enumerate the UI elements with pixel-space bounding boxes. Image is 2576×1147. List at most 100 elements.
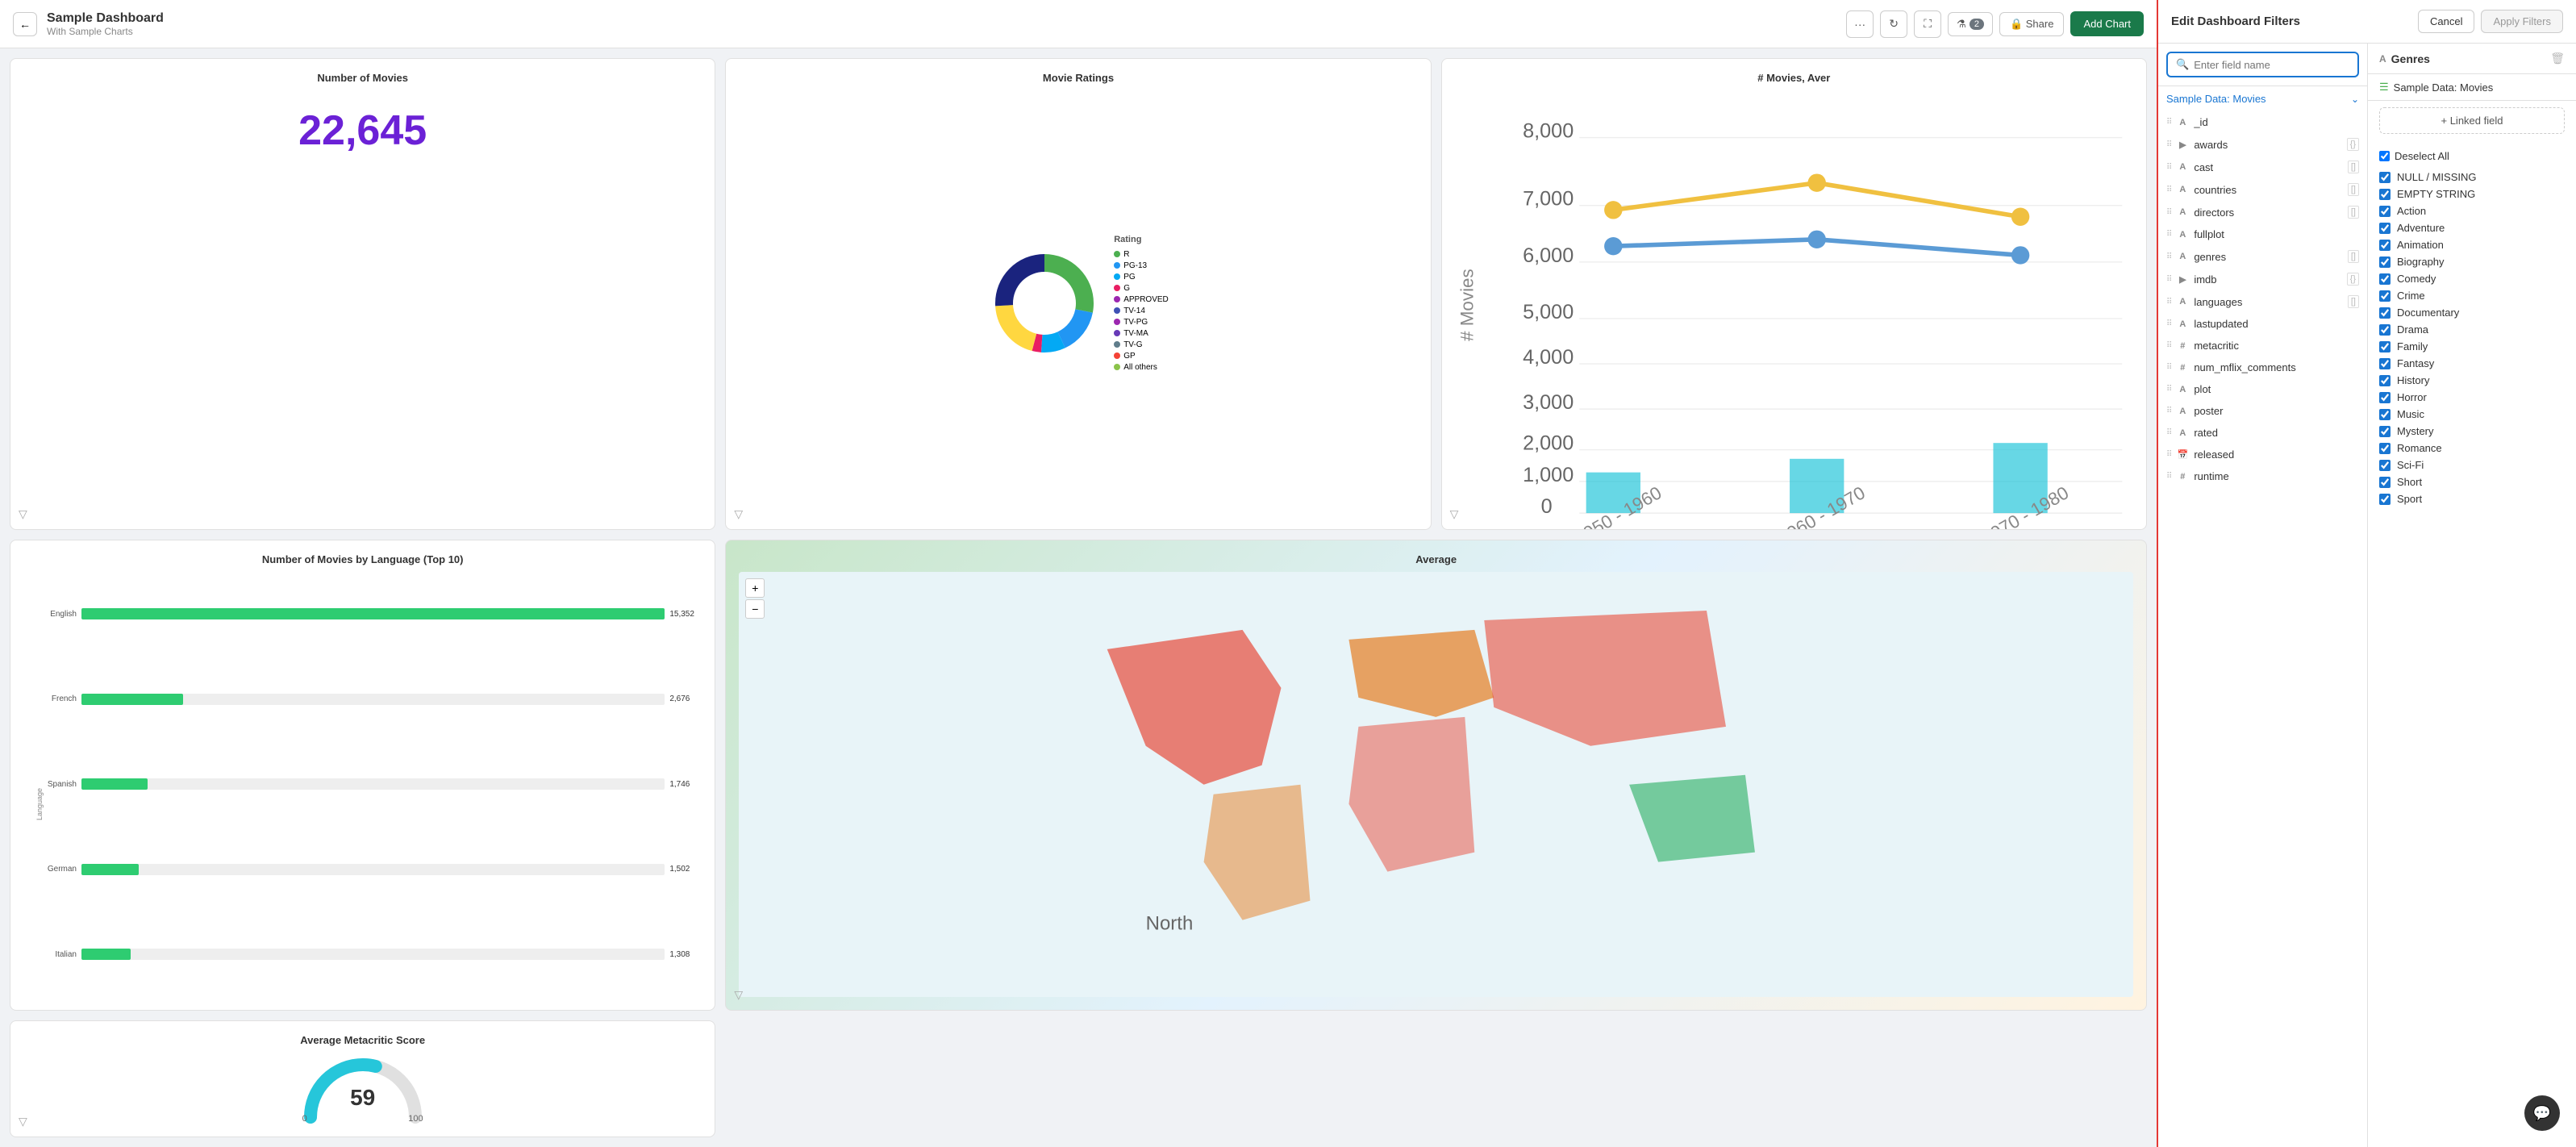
legend-item-tvg: TV-G	[1114, 340, 1169, 349]
more-button[interactable]: ···	[1846, 10, 1874, 38]
checkbox-mystery[interactable]	[2379, 426, 2391, 437]
checkbox-comedy[interactable]	[2379, 273, 2391, 285]
option-null-missing: NULL / MISSING	[2379, 169, 2565, 186]
checkbox-crime[interactable]	[2379, 290, 2391, 302]
field-type-icon-metacritic: #	[2176, 341, 2189, 351]
legend-item-tv14: TV-14	[1114, 307, 1169, 315]
checkbox-music[interactable]	[2379, 409, 2391, 420]
field-item-id[interactable]: ⠿ A _id	[2158, 111, 2367, 133]
field-type-icon-released: 📅	[2176, 449, 2189, 460]
field-type-icon-imdb: ▶	[2176, 274, 2189, 285]
filter-button[interactable]: ⚗ 2	[1948, 12, 1993, 36]
checkbox-sport[interactable]	[2379, 494, 2391, 505]
checkbox-empty-string[interactable]	[2379, 189, 2391, 200]
bar-row-german: German 1,502	[36, 864, 702, 875]
deselect-all-checkbox[interactable]	[2379, 151, 2390, 161]
datasource-row[interactable]: Sample Data: Movies ⌄	[2158, 86, 2367, 111]
field-name-imdb: imdb	[2194, 273, 2341, 286]
filter-type-icon: A	[2379, 53, 2386, 65]
field-item-runtime[interactable]: ⠿ # runtime	[2158, 465, 2367, 487]
checkbox-animation[interactable]	[2379, 240, 2391, 251]
field-name-genres: genres	[2194, 251, 2343, 263]
field-name-plot: plot	[2194, 383, 2359, 395]
field-item-fullplot[interactable]: ⠿ A fullplot	[2158, 223, 2367, 245]
refresh-button[interactable]: ↻	[1880, 10, 1907, 38]
option-drama: Drama	[2379, 321, 2565, 338]
field-item-cast[interactable]: ⠿ A cast []	[2158, 156, 2367, 178]
movie-ratings-title: Movie Ratings	[739, 72, 1417, 84]
field-struct-genres: []	[2348, 250, 2359, 263]
checkbox-horror[interactable]	[2379, 392, 2391, 403]
field-item-imdb[interactable]: ⠿ ▶ imdb {}	[2158, 268, 2367, 290]
dashboard-title: Sample Dashboard	[47, 11, 1836, 26]
add-chart-button[interactable]: Add Chart	[2070, 11, 2144, 36]
option-animation: Animation	[2379, 236, 2565, 253]
checkbox-short[interactable]	[2379, 477, 2391, 488]
share-button[interactable]: 🔒 Share	[1999, 12, 2065, 36]
svg-text:5,000: 5,000	[1523, 301, 1574, 323]
dashboard-container: ← Sample Dashboard With Sample Charts ··…	[0, 0, 2157, 1147]
apply-filters-button[interactable]: Apply Filters	[2481, 10, 2563, 33]
dashboard-grid: Number of Movies 22,645 ▽ Movie Ratings	[0, 48, 2157, 1147]
field-item-countries[interactable]: ⠿ A countries []	[2158, 178, 2367, 201]
filter-name-area: A Genres	[2379, 52, 2430, 65]
label-music: Music	[2397, 408, 2424, 420]
gauge-range: 0 100	[302, 1114, 423, 1124]
field-type-icon-num-mflix: #	[2176, 363, 2189, 373]
checkbox-adventure[interactable]	[2379, 223, 2391, 234]
checkbox-romance[interactable]	[2379, 443, 2391, 454]
linked-field-button[interactable]: + Linked field	[2379, 107, 2565, 134]
checkbox-scifi[interactable]	[2379, 460, 2391, 471]
right-panel: Edit Dashboard Filters Cancel Apply Filt…	[2157, 0, 2576, 1147]
chat-bubble[interactable]: 💬	[2524, 1095, 2560, 1131]
bar-track-italian	[81, 949, 665, 960]
field-item-plot[interactable]: ⠿ A plot	[2158, 378, 2367, 400]
delete-filter-icon[interactable]: 🗑	[2550, 52, 2565, 65]
deselect-all[interactable]: Deselect All	[2379, 147, 2565, 165]
field-struct-countries: []	[2348, 183, 2359, 196]
field-name-directors: directors	[2194, 206, 2343, 219]
bar-value-german: 1,502	[669, 865, 702, 874]
field-item-metacritic[interactable]: ⠿ # metacritic	[2158, 335, 2367, 357]
option-action: Action	[2379, 202, 2565, 219]
bar-row-spanish: Spanish 1,746	[36, 778, 702, 790]
field-item-awards[interactable]: ⠿ ▶ awards {}	[2158, 133, 2367, 156]
drag-handle-languages: ⠿	[2166, 298, 2171, 307]
field-item-released[interactable]: ⠿ 📅 released	[2158, 444, 2367, 465]
fullscreen-button[interactable]: ⛶	[1914, 10, 1941, 38]
field-item-rated[interactable]: ⠿ A rated	[2158, 422, 2367, 444]
cancel-button[interactable]: Cancel	[2418, 10, 2474, 33]
checkbox-fantasy[interactable]	[2379, 358, 2391, 369]
field-item-genres[interactable]: ⠿ A genres []	[2158, 245, 2367, 268]
back-button[interactable]: ←	[13, 12, 37, 36]
field-item-directors[interactable]: ⠿ A directors []	[2158, 201, 2367, 223]
drag-handle-poster: ⠿	[2166, 407, 2171, 415]
field-list: ⠿ A _id ⠿ ▶ awards {} ⠿ A cast []	[2158, 111, 2367, 1147]
search-input-wrap[interactable]: 🔍	[2166, 52, 2359, 77]
label-null-missing: NULL / MISSING	[2397, 171, 2476, 183]
checkbox-action[interactable]	[2379, 206, 2391, 217]
svg-text:North: North	[1146, 912, 1194, 934]
dashboard-subtitle: With Sample Charts	[47, 26, 1836, 37]
field-item-poster[interactable]: ⠿ A poster	[2158, 400, 2367, 422]
panel-actions: Cancel Apply Filters	[2418, 10, 2563, 33]
language-card: Number of Movies by Language (Top 10) La…	[10, 540, 715, 1011]
field-item-num-mflix[interactable]: ⠿ # num_mflix_comments	[2158, 357, 2367, 378]
checkbox-history[interactable]	[2379, 375, 2391, 386]
checkbox-documentary[interactable]	[2379, 307, 2391, 319]
legend-item-r: R	[1114, 250, 1169, 259]
search-input[interactable]	[2194, 59, 2349, 71]
legend-item-pg: PG	[1114, 273, 1169, 282]
field-item-lastupdated[interactable]: ⠿ A lastupdated	[2158, 313, 2367, 335]
checkbox-biography[interactable]	[2379, 257, 2391, 268]
field-type-icon-id: A	[2176, 118, 2189, 127]
svg-text:2,000: 2,000	[1523, 432, 1574, 455]
drag-handle-awards: ⠿	[2166, 140, 2171, 149]
checkbox-family[interactable]	[2379, 341, 2391, 352]
bar-value-italian: 1,308	[669, 950, 702, 959]
checkbox-null-missing[interactable]	[2379, 172, 2391, 183]
bar-track-spanish	[81, 778, 665, 790]
checkbox-drama[interactable]	[2379, 324, 2391, 336]
field-item-languages[interactable]: ⠿ A languages []	[2158, 290, 2367, 313]
field-struct-directors: []	[2348, 206, 2359, 219]
